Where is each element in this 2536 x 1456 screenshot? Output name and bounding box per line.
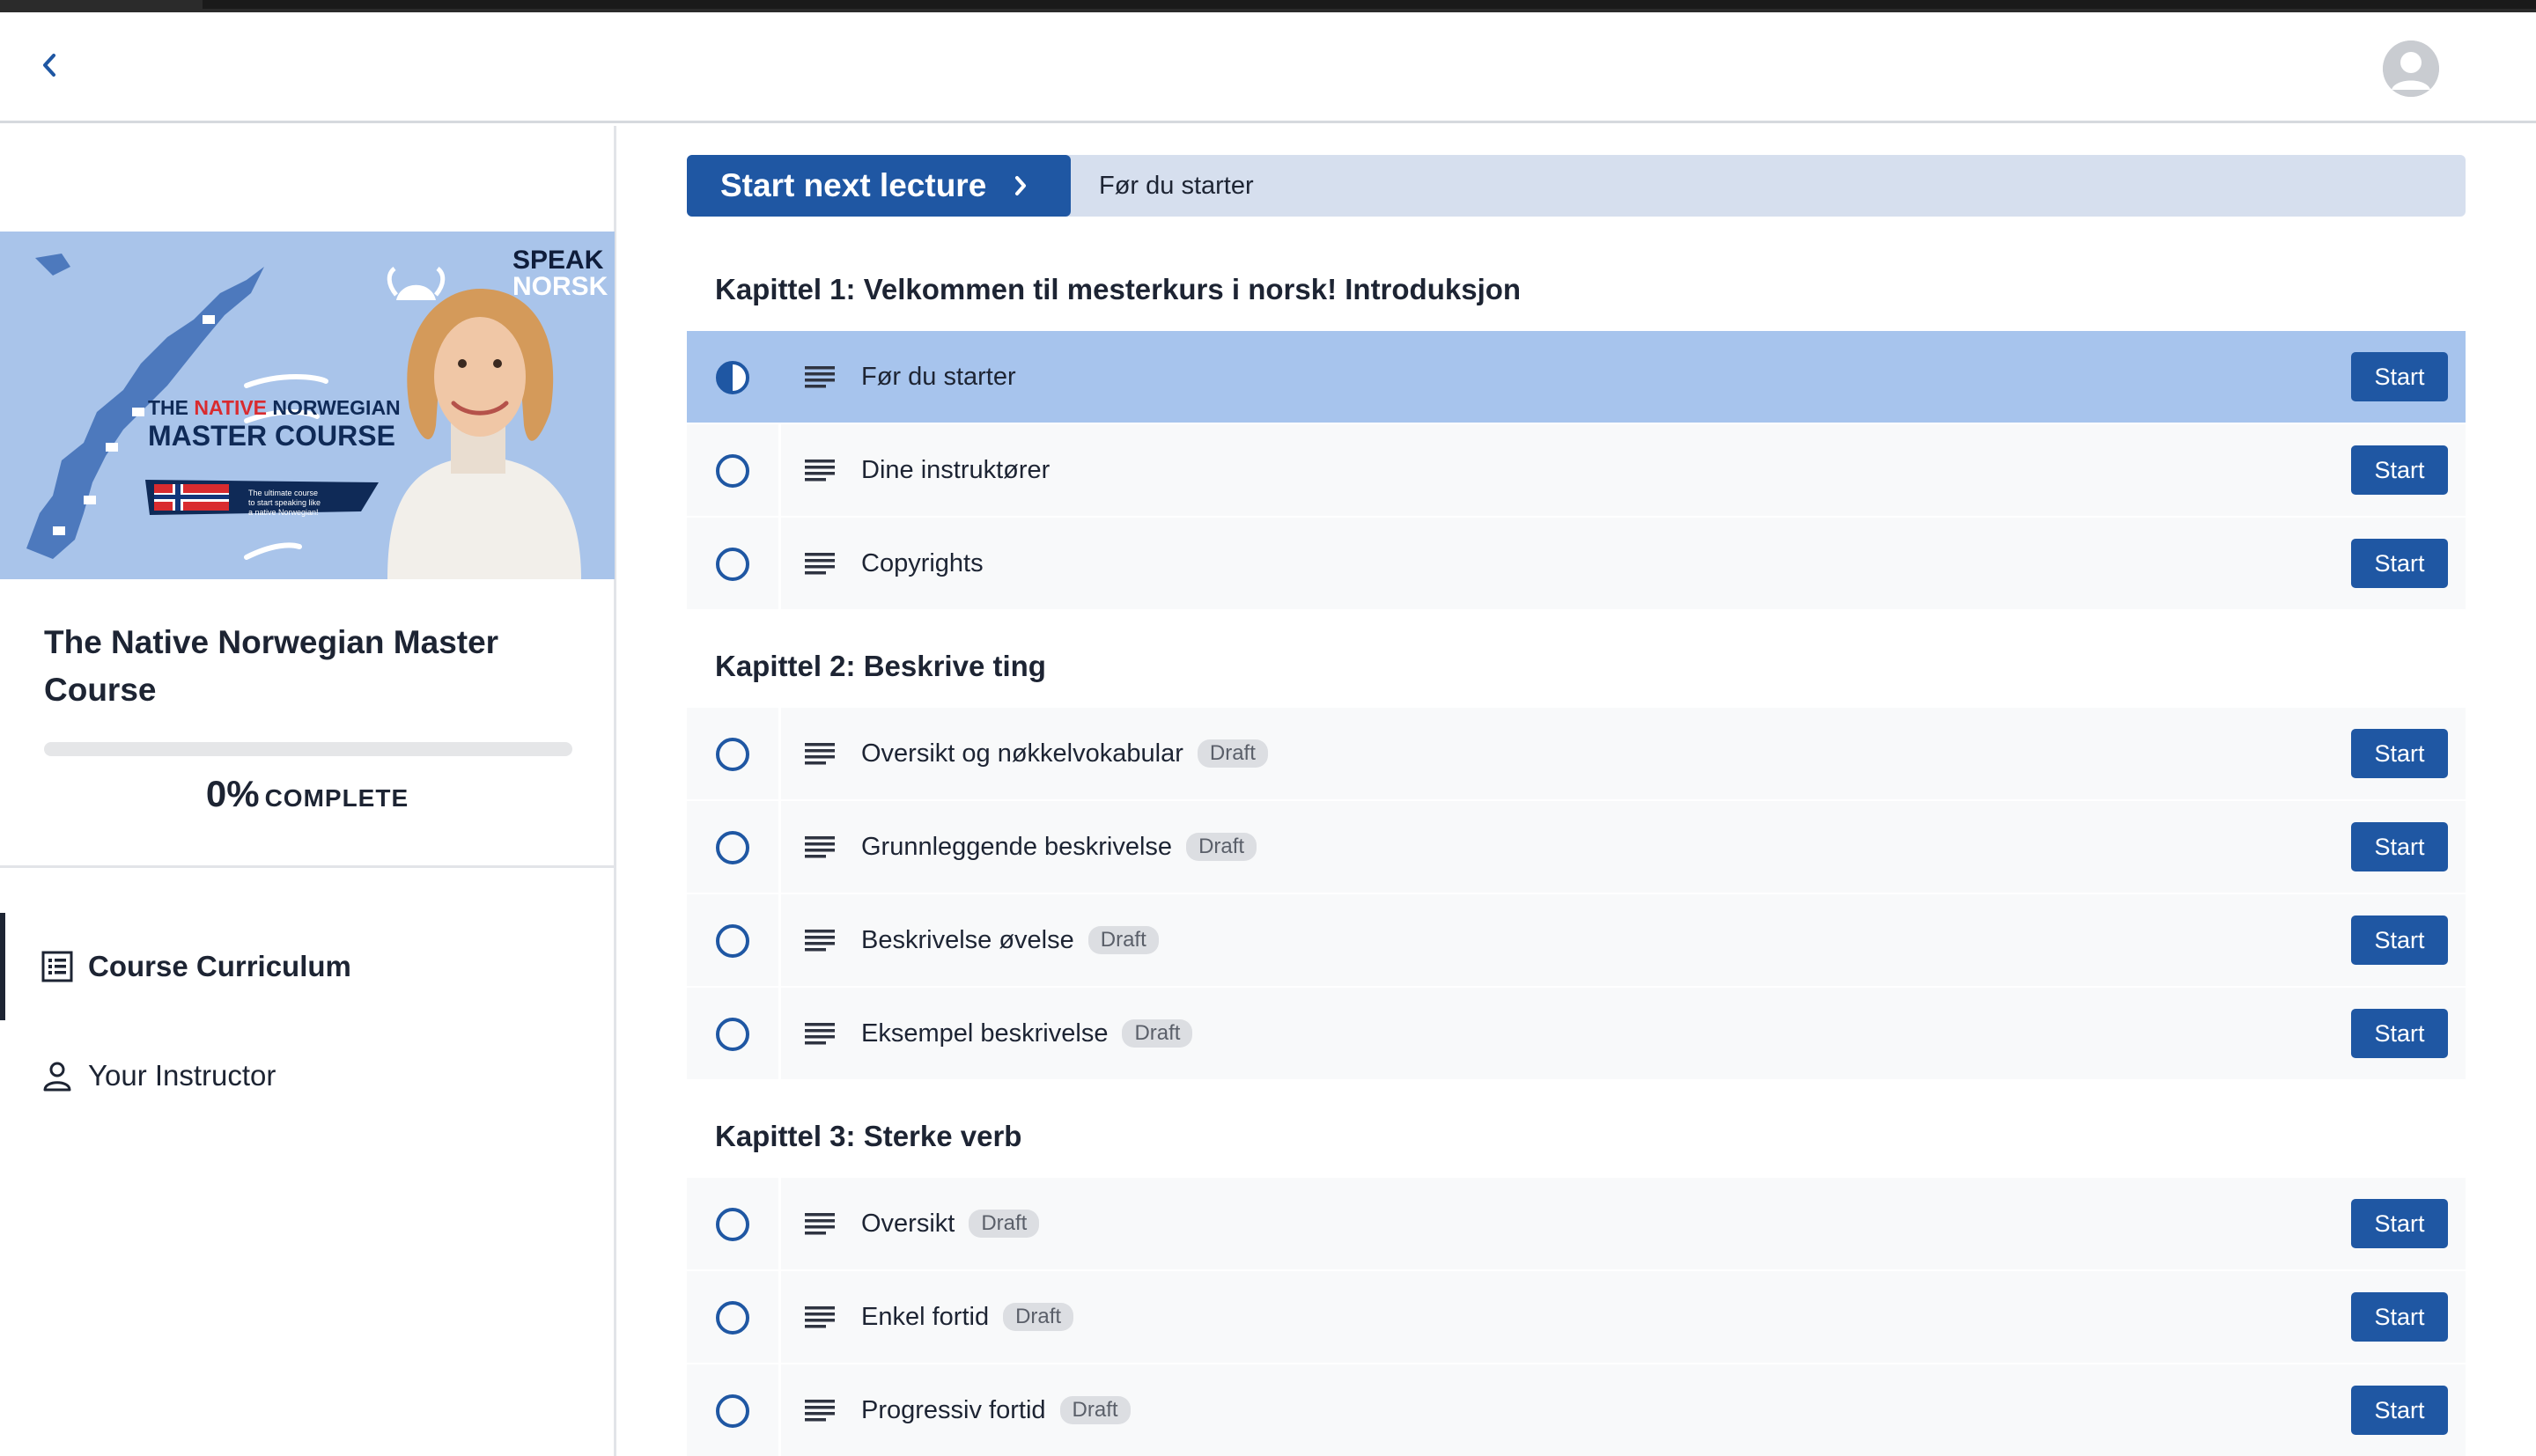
empty-circle-icon: [716, 1208, 749, 1241]
lecture-title: Eksempel beskrivelse Draft: [861, 988, 1193, 1079]
lecture-row[interactable]: Grunnleggende beskrivelse Draft Start: [687, 801, 2466, 893]
lecture-title: Oversikt og nøkkelvokabular Draft: [861, 708, 1268, 799]
brand-speak: SPEAK: [512, 246, 604, 275]
lecture-row[interactable]: Beskrivelse øvelse Draft Start: [687, 894, 2466, 986]
start-button[interactable]: Start: [2351, 822, 2448, 871]
start-button[interactable]: Start: [2351, 445, 2448, 495]
lecture-row[interactable]: Progressiv fortid Draft Start: [687, 1364, 2466, 1456]
text-lines-icon: [805, 1400, 835, 1422]
chapter-title: Kapittel 3: Sterke verb: [715, 1120, 1022, 1152]
nav-label: Course Curriculum: [88, 950, 351, 982]
thumb-line1: THE NATIVE NORWEGIAN: [148, 396, 401, 419]
text-lines-icon: [805, 1023, 835, 1045]
lecture-title: Enkel fortid Draft: [861, 1271, 1074, 1363]
course-title: The Native Norwegian Master Course: [44, 624, 499, 708]
lecture-title: Copyrights: [861, 548, 984, 577]
draft-badge: Draft: [1059, 1396, 1131, 1424]
text-lines-icon: [805, 836, 835, 858]
start-next-lecture-label: Start next lecture: [720, 167, 987, 203]
start-button[interactable]: Start: [2351, 729, 2448, 778]
draft-badge: Draft: [1003, 1303, 1074, 1331]
progress-complete-label: COMPLETE: [264, 784, 409, 812]
text-lines-icon: [805, 460, 835, 482]
thumb-tagline-2: to start speaking like: [248, 498, 321, 507]
course-thumbnail: SPEAK NORSK THE NATIVE NORWEGIAN MASTER …: [0, 232, 615, 579]
empty-circle-icon: [716, 454, 749, 488]
empty-circle-icon: [716, 1301, 749, 1335]
empty-circle-icon: [716, 1018, 749, 1051]
start-button[interactable]: Start: [2351, 1386, 2448, 1435]
top-header: [0, 12, 2536, 123]
start-button[interactable]: Start: [2351, 1009, 2448, 1058]
nav-course-curriculum[interactable]: Course Curriculum: [0, 913, 615, 1020]
start-button[interactable]: Start: [2351, 1199, 2448, 1248]
window-chrome-bar: [0, 0, 2536, 12]
lecture-row[interactable]: Dine instruktører Start: [687, 424, 2466, 516]
next-lecture-title: Før du starter: [1099, 171, 1254, 200]
text-lines-icon: [805, 1306, 835, 1328]
start-next-lecture-button[interactable]: Start next lecture: [687, 155, 1071, 217]
thumb-tagline-1: The ultimate course: [248, 489, 319, 497]
start-button[interactable]: Start: [2351, 916, 2448, 965]
lecture-row[interactable]: Oversikt Draft Start: [687, 1178, 2466, 1269]
progress-bar: [44, 742, 572, 756]
lecture-title: Før du starter: [861, 362, 1016, 391]
draft-badge: Draft: [1197, 739, 1268, 768]
half-circle-progress-icon: [716, 361, 749, 394]
thumb-tagline-3: a native Norwegian!: [248, 508, 319, 517]
draft-badge: Draft: [1186, 833, 1257, 861]
next-lecture-bar: Start next lecture Før du starter: [687, 155, 2466, 217]
text-lines-icon: [805, 1213, 835, 1235]
draft-badge: Draft: [969, 1210, 1040, 1238]
lecture-row[interactable]: Enkel fortid Draft Start: [687, 1271, 2466, 1363]
text-lines-icon: [805, 366, 835, 388]
text-lines-icon: [805, 930, 835, 952]
text-lines-icon: [805, 743, 835, 765]
chapter-title: Kapittel 2: Beskrive ting: [715, 650, 1046, 682]
lecture-title: Beskrivelse øvelse Draft: [861, 894, 1159, 986]
user-avatar-icon[interactable]: [2383, 40, 2439, 97]
chevron-left-icon: [43, 54, 55, 77]
lecture-row[interactable]: Før du starter Start: [687, 331, 2466, 423]
empty-circle-icon: [716, 831, 749, 864]
brand-norsk: NORSK: [512, 272, 608, 301]
draft-badge: Draft: [1087, 926, 1159, 954]
start-button[interactable]: Start: [2351, 1292, 2448, 1342]
empty-circle-icon: [716, 738, 749, 771]
lecture-row[interactable]: Oversikt og nøkkelvokabular Draft Start: [687, 708, 2466, 799]
lecture-title: Dine instruktører: [861, 455, 1051, 484]
thumb-line2: MASTER COURSE: [148, 420, 395, 452]
progress-percent: 0%: [205, 773, 260, 814]
person-icon: [43, 1062, 71, 1092]
nav-your-instructor[interactable]: Your Instructor: [0, 1022, 615, 1129]
lecture-title: Oversikt Draft: [861, 1178, 1040, 1269]
lecture-row[interactable]: Copyrights Start: [687, 518, 2466, 609]
progress-label: 0% COMPLETE: [0, 773, 615, 815]
chevron-right-icon: [1013, 173, 1028, 198]
text-lines-icon: [805, 553, 835, 575]
lecture-title: Grunnleggende beskrivelse Draft: [861, 801, 1257, 893]
empty-circle-icon: [716, 924, 749, 958]
empty-circle-icon: [716, 1394, 749, 1428]
nav-label: Your Instructor: [88, 1059, 276, 1092]
start-button[interactable]: Start: [2351, 539, 2448, 588]
back-button[interactable]: [33, 48, 65, 83]
course-sidebar: SPEAK NORSK THE NATIVE NORWEGIAN MASTER …: [0, 126, 616, 1456]
lecture-row[interactable]: Eksempel beskrivelse Draft Start: [687, 988, 2466, 1079]
empty-circle-icon: [716, 548, 749, 581]
lecture-title: Progressiv fortid Draft: [861, 1364, 1131, 1456]
list-icon: [41, 951, 73, 982]
sidebar-divider: [0, 865, 615, 868]
chapter-title: Kapittel 1: Velkommen til mesterkurs i n…: [715, 273, 1522, 305]
start-button[interactable]: Start: [2351, 352, 2448, 401]
draft-badge: Draft: [1122, 1019, 1193, 1048]
